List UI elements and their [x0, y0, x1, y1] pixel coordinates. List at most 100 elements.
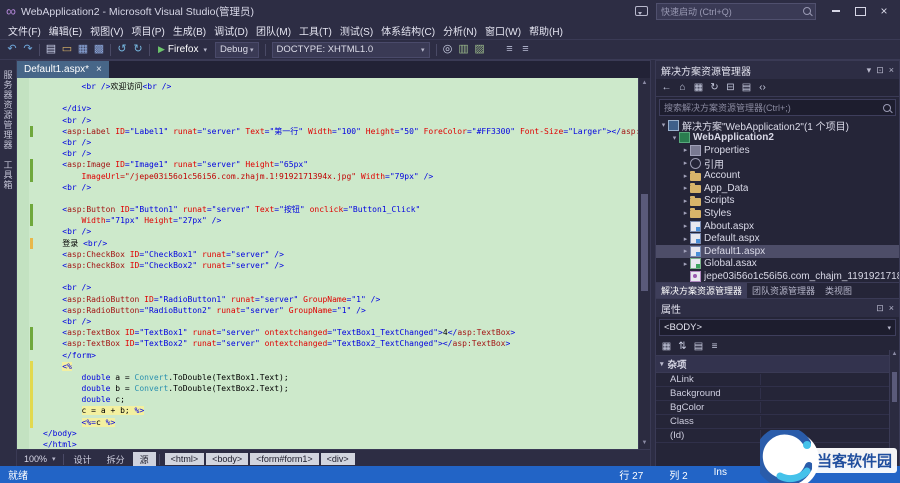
view-button[interactable]: 源 [132, 451, 156, 467]
toolbar-overflow-icon[interactable]: ≡ [502, 41, 518, 58]
tree-item[interactable]: ▸ Account [656, 169, 899, 182]
scrollbar-track[interactable] [639, 89, 650, 438]
tree-item[interactable]: ▾ WebApplication2 [656, 132, 899, 145]
configuration-dropdown[interactable]: Debug ▾ [215, 41, 259, 58]
maximize-button[interactable] [848, 3, 872, 20]
navigate-forward-icon[interactable]: ↷ [20, 41, 36, 58]
property-row[interactable]: Background [656, 387, 890, 401]
code-line[interactable]: <br /> [17, 226, 638, 237]
home-icon[interactable]: ⌂ [675, 79, 690, 96]
tree-item[interactable]: jepe03i56o1c56i56.com_chajm_119192171894… [656, 270, 899, 282]
run-button[interactable]: ▶ Firefox ▾ [153, 44, 212, 55]
menu-item[interactable]: 工具(T) [295, 21, 336, 40]
code-line[interactable]: <asp:Button ID="Button1" runat="server" … [17, 204, 638, 216]
show-all-files-icon[interactable]: ▦ [691, 79, 706, 96]
code-editor[interactable]: <br />欢迎访问<br /> </div> <br /> <asp:Label I… [17, 78, 650, 449]
events-icon[interactable]: ≡ [707, 338, 722, 355]
refresh-icon[interactable]: ↻ [707, 79, 722, 96]
tree-item[interactable]: ▸ About.aspx [656, 220, 899, 233]
zoom-dropdown[interactable]: 100% ▾ [20, 454, 60, 464]
code-line[interactable]: <br /> [17, 282, 638, 293]
open-file-icon[interactable]: ▭ [59, 41, 75, 58]
code-line[interactable]: double b = Convert.ToDouble(TextBox2.Tex… [17, 383, 638, 395]
undo-icon[interactable]: ↺ [114, 41, 130, 58]
doctype-dropdown[interactable]: DOCTYPE: XHTML1.0 ▾ [271, 41, 430, 58]
redo-icon[interactable]: ↻ [130, 41, 146, 58]
back-icon[interactable]: ← [659, 79, 674, 96]
code-line[interactable]: <asp:CheckBox ID="CheckBox2" runat="serv… [17, 260, 638, 271]
property-row[interactable]: ALink [656, 373, 890, 387]
menu-item[interactable]: 体系结构(C) [377, 21, 439, 40]
code-line[interactable]: <asp:RadioButton="RadioButton2" runat="s… [17, 305, 638, 316]
menu-item[interactable]: 调试(D) [210, 21, 252, 40]
editor-scrollbar[interactable]: ▲ ▼ [638, 78, 650, 449]
solution-search-input[interactable]: 搜索解决方案资源管理器(Ctrl+;) [659, 99, 896, 116]
tree-item[interactable]: ▸ Scripts [656, 195, 899, 208]
menu-item[interactable]: 视图(V) [86, 21, 127, 40]
code-line[interactable] [17, 193, 638, 204]
menu-item[interactable]: 编辑(E) [45, 21, 86, 40]
code-line[interactable]: <br /> [17, 182, 638, 193]
menu-item[interactable]: 窗口(W) [481, 21, 525, 40]
uncomment-icon[interactable]: ▨ [472, 41, 488, 58]
code-line[interactable]: double a = Convert.ToDouble(TextBox1.Tex… [17, 371, 638, 384]
scrollbar-thumb[interactable] [641, 193, 648, 292]
menu-item[interactable]: 分析(N) [439, 21, 481, 40]
tree-item[interactable]: ▸ Default1.aspx [656, 244, 899, 258]
code-line[interactable]: double c; [17, 394, 638, 406]
property-row[interactable]: BgColor [656, 401, 890, 415]
property-row[interactable]: Class [656, 415, 890, 429]
code-line[interactable]: <% [17, 360, 638, 372]
code-line[interactable]: <br /> [17, 148, 638, 159]
code-line[interactable]: <br />欢迎访问<br /> [17, 81, 638, 92]
scroll-up-icon[interactable]: ▲ [890, 350, 899, 359]
code-line[interactable]: c = a + b; %> [17, 405, 638, 417]
save-all-icon[interactable]: ▩ [91, 41, 107, 58]
menu-item[interactable]: 测试(S) [336, 21, 377, 40]
code-line[interactable]: <asp:Label ID="Label1" runat="server" Te… [17, 125, 638, 137]
menu-item[interactable]: 团队(M) [252, 21, 295, 40]
new-file-icon[interactable]: ▤ [43, 41, 59, 58]
code-line[interactable]: <asp:TextBox ID="TextBox1" runat="server… [17, 327, 638, 339]
find-icon[interactable]: ◎ [440, 41, 456, 58]
navigate-backward-icon[interactable]: ↶ [4, 41, 20, 58]
tree-item[interactable]: ▸ App_Data [656, 182, 899, 195]
collapse-all-icon[interactable]: ⊟ [723, 79, 738, 96]
code-line[interactable]: <asp:CheckBox ID="CheckBox1" runat="serv… [17, 249, 638, 260]
property-pages-icon[interactable]: ▤ [691, 338, 706, 355]
view-button[interactable]: 拆分 [100, 452, 132, 467]
tab-default1-aspx[interactable]: Default1.aspx* × [17, 61, 109, 78]
pin-icon[interactable]: ⊡ [876, 303, 884, 314]
close-icon[interactable]: × [96, 64, 102, 75]
side-tab[interactable]: 服务器资源管理器 [2, 70, 15, 150]
code-line[interactable]: <%=c %> [17, 416, 638, 428]
tree-item[interactable]: ▸ Default.aspx [656, 232, 899, 245]
property-category[interactable]: ▾ 杂项 [656, 356, 890, 373]
menu-item[interactable]: 帮助(H) [525, 21, 567, 40]
code-line[interactable]: </div> [17, 103, 638, 114]
tree-item[interactable]: ▸ 引用 [656, 157, 899, 169]
code-line[interactable]: <asp:TextBox ID="TextBox2" runat="server… [17, 338, 638, 350]
properties-object-dropdown[interactable]: <BODY> ▾ [659, 319, 896, 336]
scroll-up-icon[interactable]: ▲ [639, 78, 650, 89]
tree-item[interactable]: ▸ Global.asax [656, 258, 899, 271]
panel-menu-icon[interactable]: ▾ [867, 65, 872, 76]
code-line[interactable]: <asp:RadioButton ID="RadioButton1" runat… [17, 294, 638, 305]
panel-tab[interactable]: 团队资源管理器 [747, 283, 820, 298]
view-code-icon[interactable]: ‹› [755, 79, 770, 96]
save-icon[interactable]: ▦ [75, 41, 91, 58]
toolbar-overflow2-icon[interactable]: ≡ [518, 41, 534, 58]
code-line[interactable]: </html> [17, 439, 638, 449]
breadcrumb-item[interactable]: <form#form1> [250, 453, 319, 465]
view-button[interactable]: 设计 [67, 452, 99, 467]
breadcrumb-item[interactable]: <div> [320, 453, 355, 465]
minimize-button[interactable] [824, 3, 848, 20]
code-line[interactable]: <br /> [17, 137, 638, 148]
menu-item[interactable]: 文件(F) [4, 21, 45, 40]
side-tab[interactable]: 工具箱 [2, 160, 15, 190]
code-line[interactable]: ImageUrl="/jepe03i56o1c56i56.com.zhajm.1… [17, 170, 638, 182]
code-line[interactable]: </form> [17, 350, 638, 361]
code-line[interactable]: </body> [17, 428, 638, 439]
scrollbar-thumb[interactable] [892, 372, 897, 402]
code-line[interactable] [17, 92, 638, 103]
